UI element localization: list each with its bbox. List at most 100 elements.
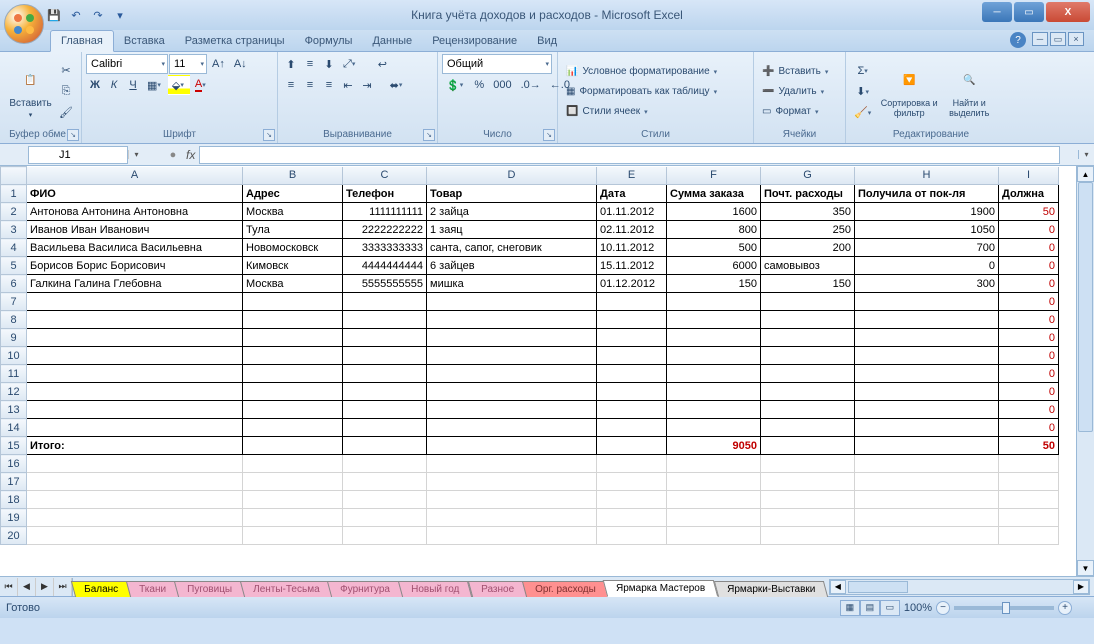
cell[interactable]: Иванов Иван Иванович — [27, 221, 243, 239]
view-page-layout-icon[interactable]: ▤ — [860, 600, 880, 616]
tab-review[interactable]: Рецензирование — [422, 31, 527, 51]
cell[interactable] — [27, 383, 243, 401]
cell[interactable] — [855, 401, 999, 419]
row-header[interactable]: 7 — [1, 293, 27, 311]
cell[interactable]: 6000 — [667, 257, 761, 275]
tab-nav-last-icon[interactable]: ⏭ — [54, 578, 72, 596]
cell[interactable]: Итого: — [27, 437, 243, 455]
scroll-left-icon[interactable]: ◀ — [830, 580, 846, 594]
cell[interactable] — [427, 365, 597, 383]
cell[interactable]: 0 — [999, 275, 1059, 293]
mdi-restore[interactable]: ▭ — [1050, 32, 1066, 46]
cell[interactable]: 6 зайцев — [427, 257, 597, 275]
cell[interactable]: 200 — [761, 239, 855, 257]
row-header[interactable]: 19 — [1, 509, 27, 527]
cell[interactable]: 1600 — [667, 203, 761, 221]
cell[interactable] — [761, 293, 855, 311]
sort-filter-button[interactable]: 🔽 Сортировка и фильтр — [879, 59, 939, 125]
cell[interactable] — [855, 293, 999, 311]
sheet-tab[interactable]: Разное — [467, 581, 526, 597]
cell[interactable]: 0 — [999, 293, 1059, 311]
help-icon[interactable]: ? — [1010, 32, 1026, 48]
row-header[interactable]: 10 — [1, 347, 27, 365]
formula-expand-icon[interactable]: ▾ — [1078, 150, 1094, 159]
tab-data[interactable]: Данные — [362, 31, 422, 51]
cell[interactable]: 0 — [999, 365, 1059, 383]
cell[interactable]: 0 — [999, 239, 1059, 257]
cell[interactable]: санта, сапог, снеговик — [427, 239, 597, 257]
cell[interactable]: 15.11.2012 — [597, 257, 667, 275]
mdi-minimize[interactable]: ─ — [1032, 32, 1048, 46]
align-bottom-icon[interactable]: ⬇ — [320, 54, 338, 74]
view-page-break-icon[interactable]: ▭ — [880, 600, 900, 616]
cell[interactable]: 2222222222 — [343, 221, 427, 239]
cell[interactable]: Новомосковск — [243, 239, 343, 257]
alignment-launcher[interactable]: ↘ — [423, 129, 435, 141]
worksheet-grid[interactable]: ABCDEFGHI 1ФИОАдресТелефонТоварДатаСумма… — [0, 166, 1094, 596]
sheet-tab[interactable]: Ярмарка Мастеров — [603, 580, 719, 597]
qat-save-icon[interactable]: 💾 — [44, 5, 64, 25]
cell[interactable]: 500 — [667, 239, 761, 257]
cell[interactable]: 1111111111 — [343, 203, 427, 221]
cell[interactable]: Борисов Борис Борисович — [27, 257, 243, 275]
cell[interactable] — [343, 293, 427, 311]
cell[interactable] — [343, 473, 427, 491]
row-header[interactable]: 15 — [1, 437, 27, 455]
cell[interactable] — [667, 383, 761, 401]
cell[interactable]: 3333333333 — [343, 239, 427, 257]
cell[interactable]: мишка — [427, 275, 597, 293]
cell[interactable]: 0 — [999, 383, 1059, 401]
cell[interactable] — [427, 473, 597, 491]
header-cell[interactable]: Сумма заказа — [667, 185, 761, 203]
cell[interactable]: 0 — [999, 221, 1059, 239]
accounting-format-icon[interactable]: 💲▾ — [442, 75, 469, 95]
cell[interactable] — [243, 491, 343, 509]
insert-cells-button[interactable]: ➕Вставить ▾ — [758, 62, 834, 82]
cell[interactable] — [597, 347, 667, 365]
cell[interactable] — [27, 455, 243, 473]
cell[interactable] — [761, 473, 855, 491]
sheet-tab[interactable]: Баланс — [71, 581, 131, 597]
cell[interactable] — [27, 473, 243, 491]
cell[interactable] — [243, 347, 343, 365]
header-cell[interactable]: Адрес — [243, 185, 343, 203]
cell[interactable] — [667, 293, 761, 311]
cell[interactable]: 150 — [761, 275, 855, 293]
cell[interactable] — [761, 347, 855, 365]
cell[interactable] — [427, 383, 597, 401]
cell[interactable] — [427, 329, 597, 347]
cell[interactable] — [427, 491, 597, 509]
cell[interactable] — [27, 365, 243, 383]
cell[interactable] — [343, 491, 427, 509]
row-header[interactable]: 20 — [1, 527, 27, 545]
cell[interactable]: 350 — [761, 203, 855, 221]
font-name-select[interactable]: Calibri▾ — [86, 54, 168, 74]
cell[interactable] — [761, 383, 855, 401]
cell[interactable] — [427, 509, 597, 527]
percent-format-icon[interactable]: % — [470, 75, 488, 95]
cell[interactable] — [27, 401, 243, 419]
cell[interactable] — [667, 473, 761, 491]
cell[interactable] — [243, 329, 343, 347]
header-cell[interactable]: Получила от пок-ля — [855, 185, 999, 203]
cell[interactable] — [855, 365, 999, 383]
increase-font-icon[interactable]: A↑ — [208, 54, 229, 74]
cell[interactable]: 2 зайца — [427, 203, 597, 221]
row-header[interactable]: 17 — [1, 473, 27, 491]
qat-undo-icon[interactable]: ↶ — [66, 5, 86, 25]
cell[interactable] — [667, 491, 761, 509]
cell[interactable] — [667, 509, 761, 527]
horizontal-scrollbar[interactable]: ◀ ▶ — [829, 579, 1090, 595]
cell[interactable] — [667, 419, 761, 437]
namebox-dropdown-icon[interactable]: ▾ — [128, 150, 144, 159]
tab-insert[interactable]: Вставка — [114, 31, 175, 51]
format-as-table-button[interactable]: ▦Форматировать как таблицу ▾ — [562, 82, 723, 102]
cell[interactable] — [667, 401, 761, 419]
cell[interactable] — [243, 437, 343, 455]
sheet-tab[interactable]: Ткани — [126, 581, 179, 597]
cell[interactable] — [761, 365, 855, 383]
align-middle-icon[interactable]: ≡ — [301, 54, 319, 74]
column-header-H[interactable]: H — [855, 167, 999, 185]
cell[interactable] — [855, 347, 999, 365]
comma-format-icon[interactable]: 000 — [489, 75, 515, 95]
